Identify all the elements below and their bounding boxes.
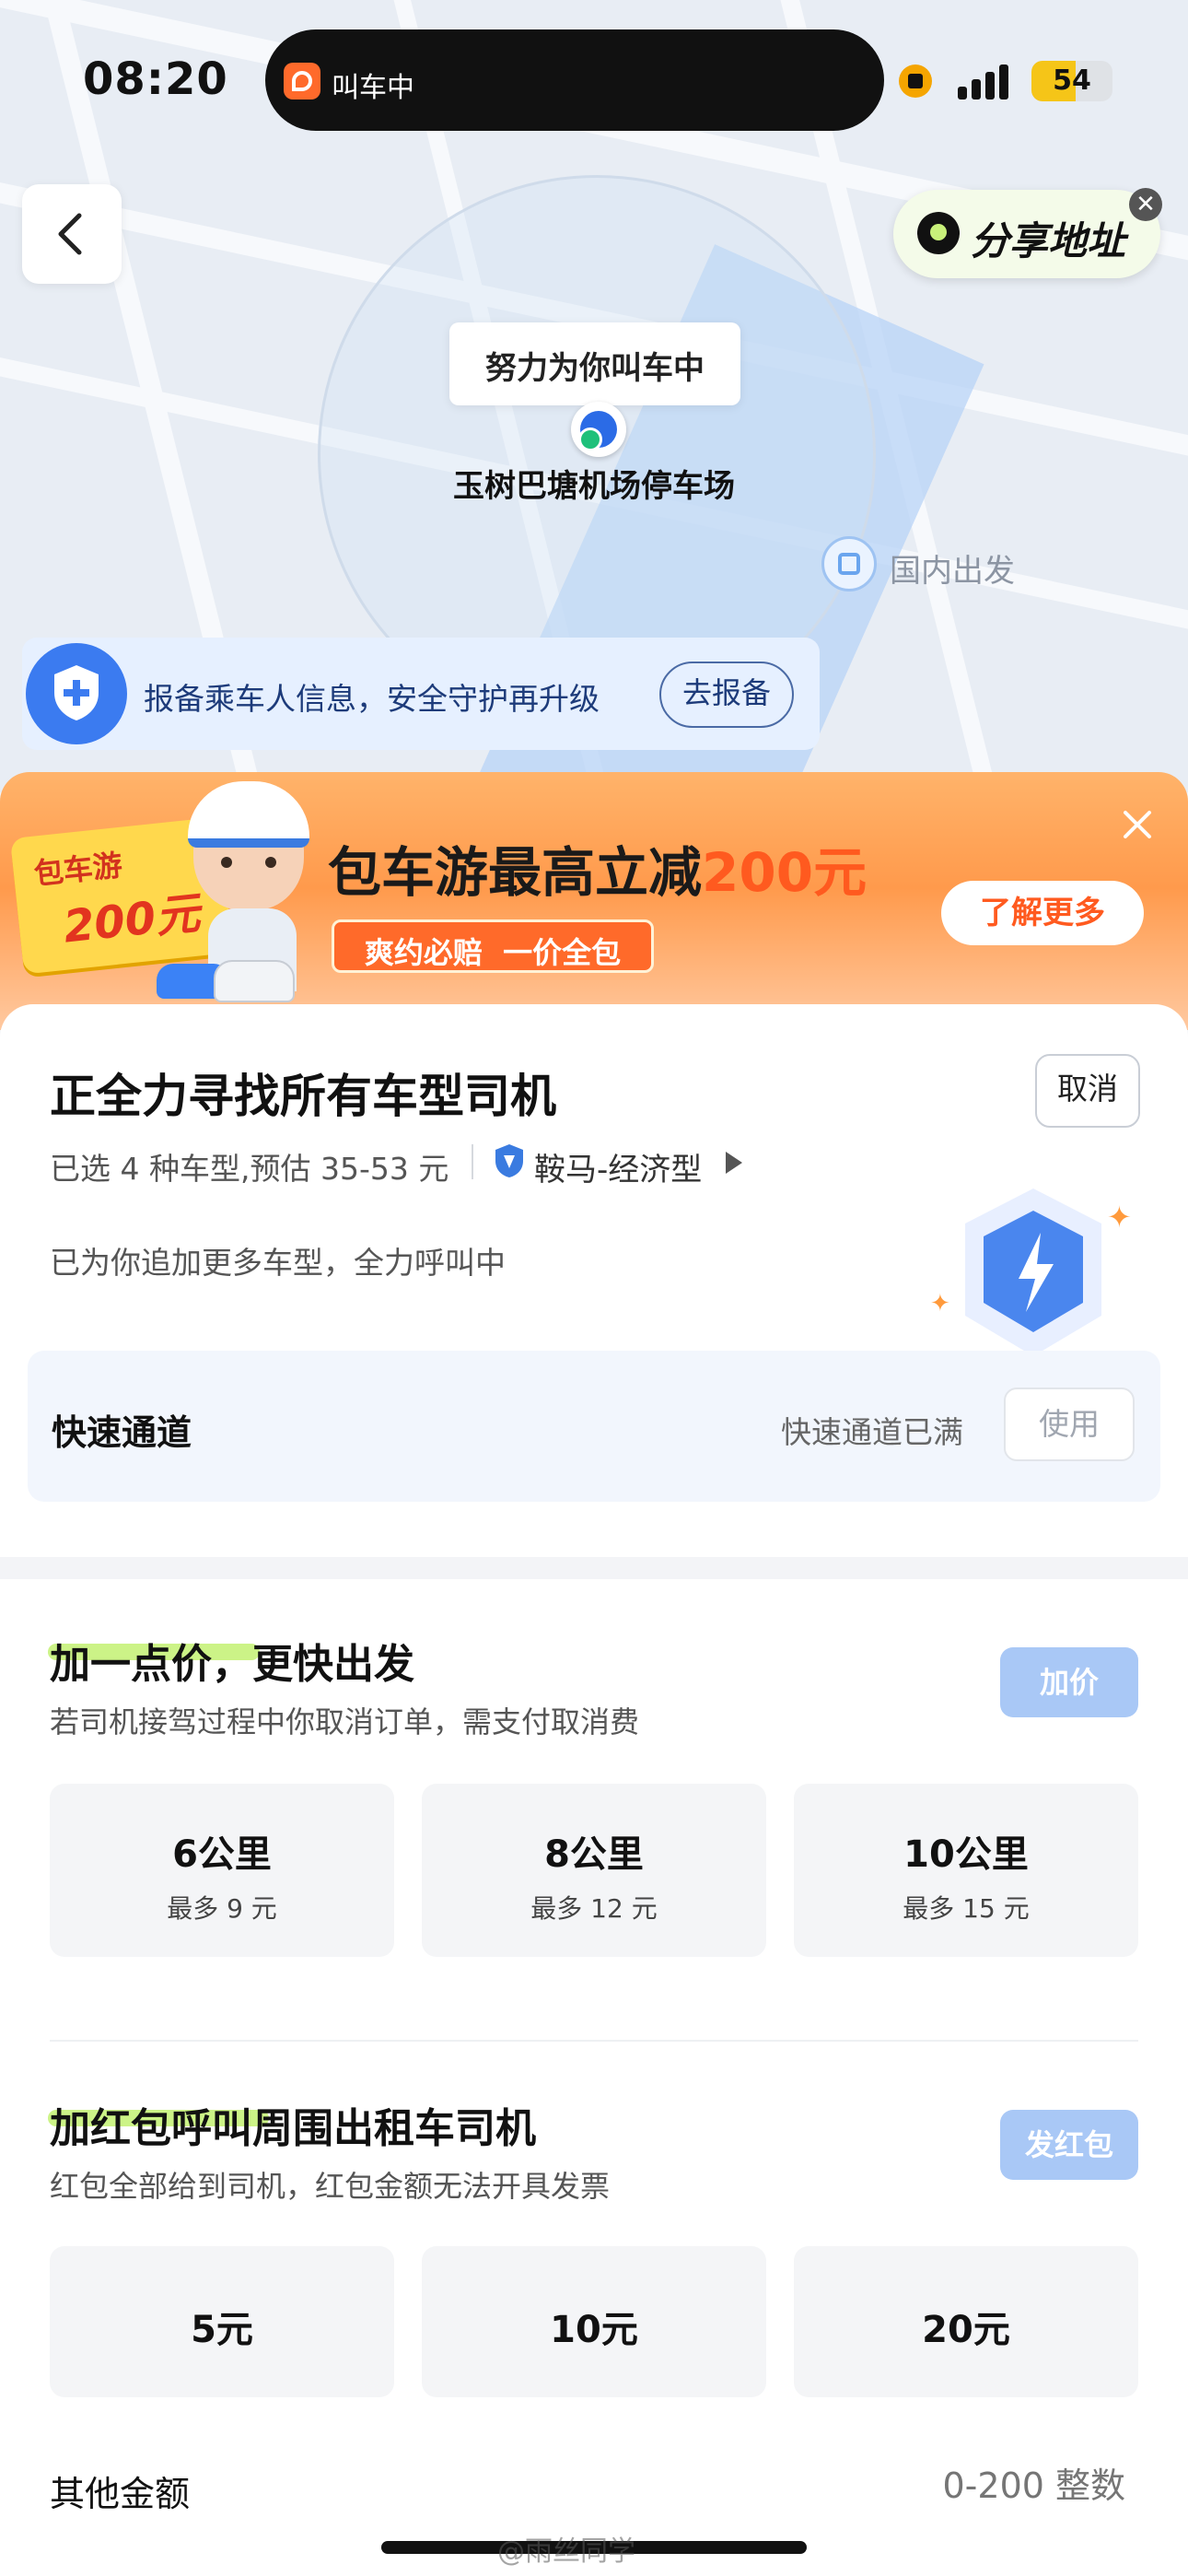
- promo-headline-prefix: 包车游最高立减: [328, 841, 703, 904]
- safety-banner[interactable]: 报备乘车人信息，安全守护再升级 去报备: [22, 638, 820, 750]
- boost-options-card: 加一点价，更快出发 若司机接驾过程中你取消订单，需支付取消费 加价 6公里 最多…: [0, 1579, 1188, 2576]
- send-red-packet-button[interactable]: 发红包: [1000, 2110, 1138, 2180]
- promo-tags-text: 爽约必赔 一价全包: [364, 935, 622, 970]
- red-packet-title: 加红包呼叫周围出租车司机: [50, 2105, 536, 2152]
- shield-plus-icon: [26, 643, 127, 744]
- option-distance: 10公里: [903, 1833, 1029, 1876]
- option-max-price: 最多 15 元: [903, 1893, 1030, 1924]
- add-price-option[interactable]: 10公里 最多 15 元: [794, 1784, 1138, 1957]
- brand-name[interactable]: 鞍马-经济型: [534, 1144, 702, 1189]
- triangle-right-icon[interactable]: [724, 1150, 744, 1176]
- status-bubble: 努力为你叫车中: [449, 322, 740, 405]
- red-packet-amount: 20元: [922, 2309, 1010, 2351]
- fast-lane-row: 快速通道 快速通道已满 使用: [28, 1351, 1160, 1502]
- add-price-option[interactable]: 8公里 最多 12 元: [422, 1784, 766, 1957]
- report-button[interactable]: 去报备: [659, 662, 794, 728]
- close-share-icon[interactable]: ✕: [1129, 188, 1162, 221]
- promo-banner[interactable]: 包车游 200元 包车游最高立减200元 爽约必赔 一价全包 了解更多: [0, 772, 1188, 1030]
- learn-more-button[interactable]: 了解更多: [941, 881, 1144, 945]
- promo-headline: 包车游最高立减200元: [328, 829, 867, 907]
- car-white-icon: [214, 960, 295, 1002]
- red-packet-option[interactable]: 20元: [794, 2246, 1138, 2397]
- pickup-pin-icon: [571, 402, 626, 457]
- section-divider: [0, 1557, 1188, 1579]
- signal-icon: [958, 64, 1017, 100]
- safety-banner-text: 报备乘车人信息，安全守护再升级: [144, 681, 600, 717]
- brand-shield-icon: [495, 1144, 523, 1177]
- chevron-left-icon: [58, 213, 82, 255]
- add-price-desc: 若司机接驾过程中你取消订单，需支付取消费: [50, 1704, 640, 1739]
- lightning-badge-icon: [958, 1185, 1109, 1360]
- close-promo-icon[interactable]: [1122, 809, 1153, 840]
- promo-tags: 爽约必赔 一价全包: [332, 919, 654, 973]
- fast-lane-status: 快速通道已满: [781, 1414, 963, 1450]
- other-amount-input[interactable]: [810, 2454, 1127, 2517]
- red-packet-amount: 5元: [191, 2309, 253, 2351]
- option-max-price: 最多 9 元: [167, 1893, 277, 1924]
- share-address-label: 分享地址: [971, 218, 1126, 263]
- pickup-location-name: 玉树巴塘机场停车场: [453, 468, 735, 505]
- estimate-summary: 已选 4 种车型,预估 35-53 元: [50, 1151, 449, 1187]
- divider: [50, 2040, 1138, 2042]
- app-icon: [284, 63, 320, 100]
- share-address-button[interactable]: 分享地址: [893, 190, 1160, 278]
- cancel-button[interactable]: 取消: [1035, 1054, 1140, 1128]
- red-packet-option[interactable]: 5元: [50, 2246, 394, 2397]
- poi-label: 国内出发: [890, 553, 1015, 590]
- status-time: 08:20: [83, 53, 228, 105]
- status-bubble-text: 努力为你叫车中: [485, 350, 705, 387]
- sparkle-icon: ✦: [930, 1290, 950, 1317]
- departure-entrance-icon: [821, 536, 877, 591]
- fast-lane-label: 快速通道: [52, 1412, 192, 1453]
- red-packet-amount: 10元: [550, 2309, 638, 2351]
- divider: [472, 1144, 473, 1179]
- promo-headline-amount: 200元: [702, 841, 868, 904]
- add-price-title: 加一点价，更快出发: [50, 1641, 414, 1688]
- battery-percent: 54: [1053, 64, 1091, 97]
- add-price-option[interactable]: 6公里 最多 9 元: [50, 1784, 394, 1957]
- add-price-button[interactable]: 加价: [1000, 1647, 1138, 1717]
- share-location-icon: [917, 212, 960, 254]
- red-packet-desc: 红包全部给到司机，红包金额无法开具发票: [50, 2169, 611, 2204]
- mascot-illustration: [188, 781, 309, 910]
- red-packet-option[interactable]: 10元: [422, 2246, 766, 2397]
- back-button[interactable]: [22, 184, 122, 284]
- island-status-text: 叫车中: [332, 72, 414, 104]
- battery-icon: 54: [1031, 61, 1112, 101]
- search-status-card: 正全力寻找所有车型司机 取消 已选 4 种车型,预估 35-53 元 鞍马-经济…: [0, 1004, 1188, 1557]
- option-distance: 8公里: [544, 1833, 644, 1876]
- sparkle-icon: ✦: [1107, 1200, 1132, 1235]
- watermark: @雨丝同学: [497, 2535, 635, 2568]
- promo-ticket-amount: 200元: [61, 887, 203, 954]
- search-subtitle: 已为你追加更多车型，全力呼叫中: [50, 1245, 506, 1281]
- other-amount-label: 其他金额: [50, 2474, 191, 2514]
- option-max-price: 最多 12 元: [530, 1893, 658, 1924]
- search-title: 正全力寻找所有车型司机: [50, 1070, 556, 1123]
- recording-indicator-icon: [899, 64, 932, 98]
- use-fast-lane-button[interactable]: 使用: [1004, 1388, 1135, 1461]
- option-distance: 6公里: [172, 1833, 272, 1876]
